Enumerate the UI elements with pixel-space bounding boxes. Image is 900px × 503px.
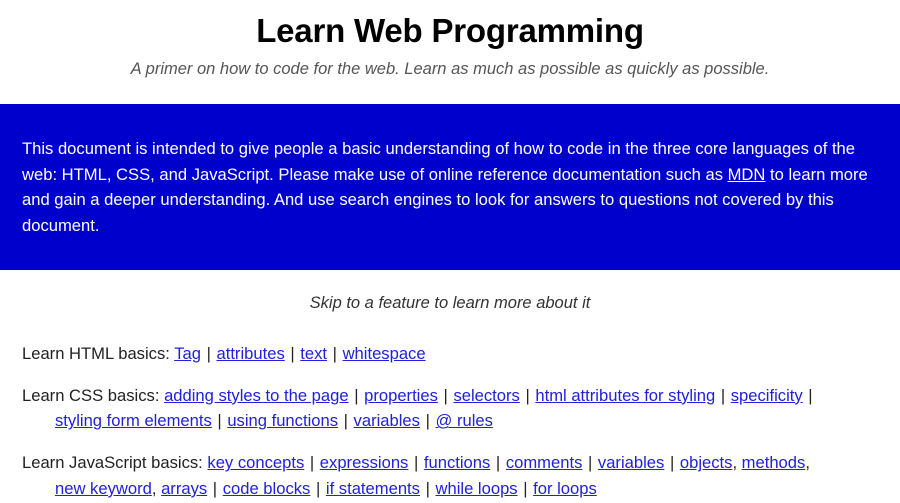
- separator-pipe: |: [420, 411, 435, 431]
- separator-comma: ,: [732, 453, 742, 473]
- separator-pipe: |: [311, 478, 325, 498]
- feature-row-label: Learn HTML basics:: [22, 343, 170, 363]
- feature-link[interactable]: variables: [598, 453, 664, 472]
- separator-pipe: |: [349, 385, 364, 405]
- separator-pipe: |: [518, 478, 533, 498]
- separator-pipe: |: [803, 385, 813, 405]
- feature-link[interactable]: new keyword: [55, 479, 152, 498]
- feature-row-label: Learn JavaScript basics:: [22, 453, 203, 473]
- feature-link[interactable]: selectors: [453, 386, 519, 405]
- feature-link[interactable]: variables: [354, 411, 420, 430]
- feature-link[interactable]: properties: [364, 386, 438, 405]
- skip-to-feature-note: Skip to a feature to learn more about it: [309, 294, 591, 312]
- feature-link[interactable]: whitespace: [343, 344, 426, 363]
- separator-pipe: |: [716, 385, 730, 405]
- feature-link[interactable]: Tag: [174, 344, 201, 363]
- separator-pipe: |: [208, 478, 222, 498]
- feature-link[interactable]: adding styles to the page: [164, 386, 349, 405]
- feature-row: Learn JavaScript basics: key concepts | …: [22, 450, 880, 501]
- separator-pipe: |: [420, 478, 435, 498]
- feature-link[interactable]: objects: [680, 453, 733, 472]
- mdn-link[interactable]: MDN: [728, 165, 766, 184]
- intro-paragraph: This document is intended to give people…: [22, 136, 878, 238]
- page-title: Learn Web Programming: [256, 12, 644, 49]
- separator-pipe: |: [212, 411, 227, 431]
- separator-pipe: |: [201, 343, 216, 363]
- separator-pipe: |: [305, 453, 319, 473]
- separator-comma: ,: [151, 478, 162, 498]
- intro-banner: This document is intended to give people…: [0, 104, 900, 270]
- separator-pipe: |: [665, 453, 679, 473]
- separator-pipe: |: [285, 343, 300, 363]
- feature-link[interactable]: text: [300, 344, 327, 363]
- feature-link[interactable]: code blocks: [223, 479, 311, 498]
- feature-row-label: Learn CSS basics:: [22, 385, 160, 405]
- feature-link[interactable]: @ rules: [436, 411, 493, 430]
- separator-comma: ,: [805, 453, 810, 473]
- feature-list: Learn HTML basics: Tag | attributes | te…: [0, 314, 900, 501]
- feature-link[interactable]: while loops: [436, 479, 518, 498]
- feature-link[interactable]: methods: [742, 453, 806, 472]
- feature-link[interactable]: using functions: [227, 411, 338, 430]
- page-subtitle: A primer on how to code for the web. Lea…: [130, 60, 770, 78]
- feature-row: Learn CSS basics: adding styles to the p…: [22, 383, 880, 434]
- feature-link[interactable]: styling form elements: [55, 411, 212, 430]
- feature-link[interactable]: arrays: [161, 479, 207, 498]
- separator-pipe: |: [438, 385, 453, 405]
- feature-link[interactable]: if statements: [326, 479, 420, 498]
- feature-row: Learn HTML basics: Tag | attributes | te…: [22, 341, 880, 367]
- separator-pipe: |: [520, 385, 535, 405]
- separator-pipe: |: [339, 411, 353, 431]
- separator-pipe: |: [328, 343, 342, 363]
- feature-link[interactable]: expressions: [320, 453, 409, 472]
- separator-pipe: |: [583, 453, 597, 473]
- feature-link[interactable]: for loops: [533, 479, 597, 498]
- feature-link[interactable]: attributes: [216, 344, 284, 363]
- feature-link[interactable]: functions: [424, 453, 490, 472]
- separator-pipe: |: [409, 453, 423, 473]
- feature-link[interactable]: comments: [506, 453, 583, 472]
- feature-link[interactable]: key concepts: [207, 453, 304, 472]
- feature-link[interactable]: html attributes for styling: [535, 386, 715, 405]
- separator-pipe: |: [491, 453, 505, 473]
- feature-link[interactable]: specificity: [731, 386, 803, 405]
